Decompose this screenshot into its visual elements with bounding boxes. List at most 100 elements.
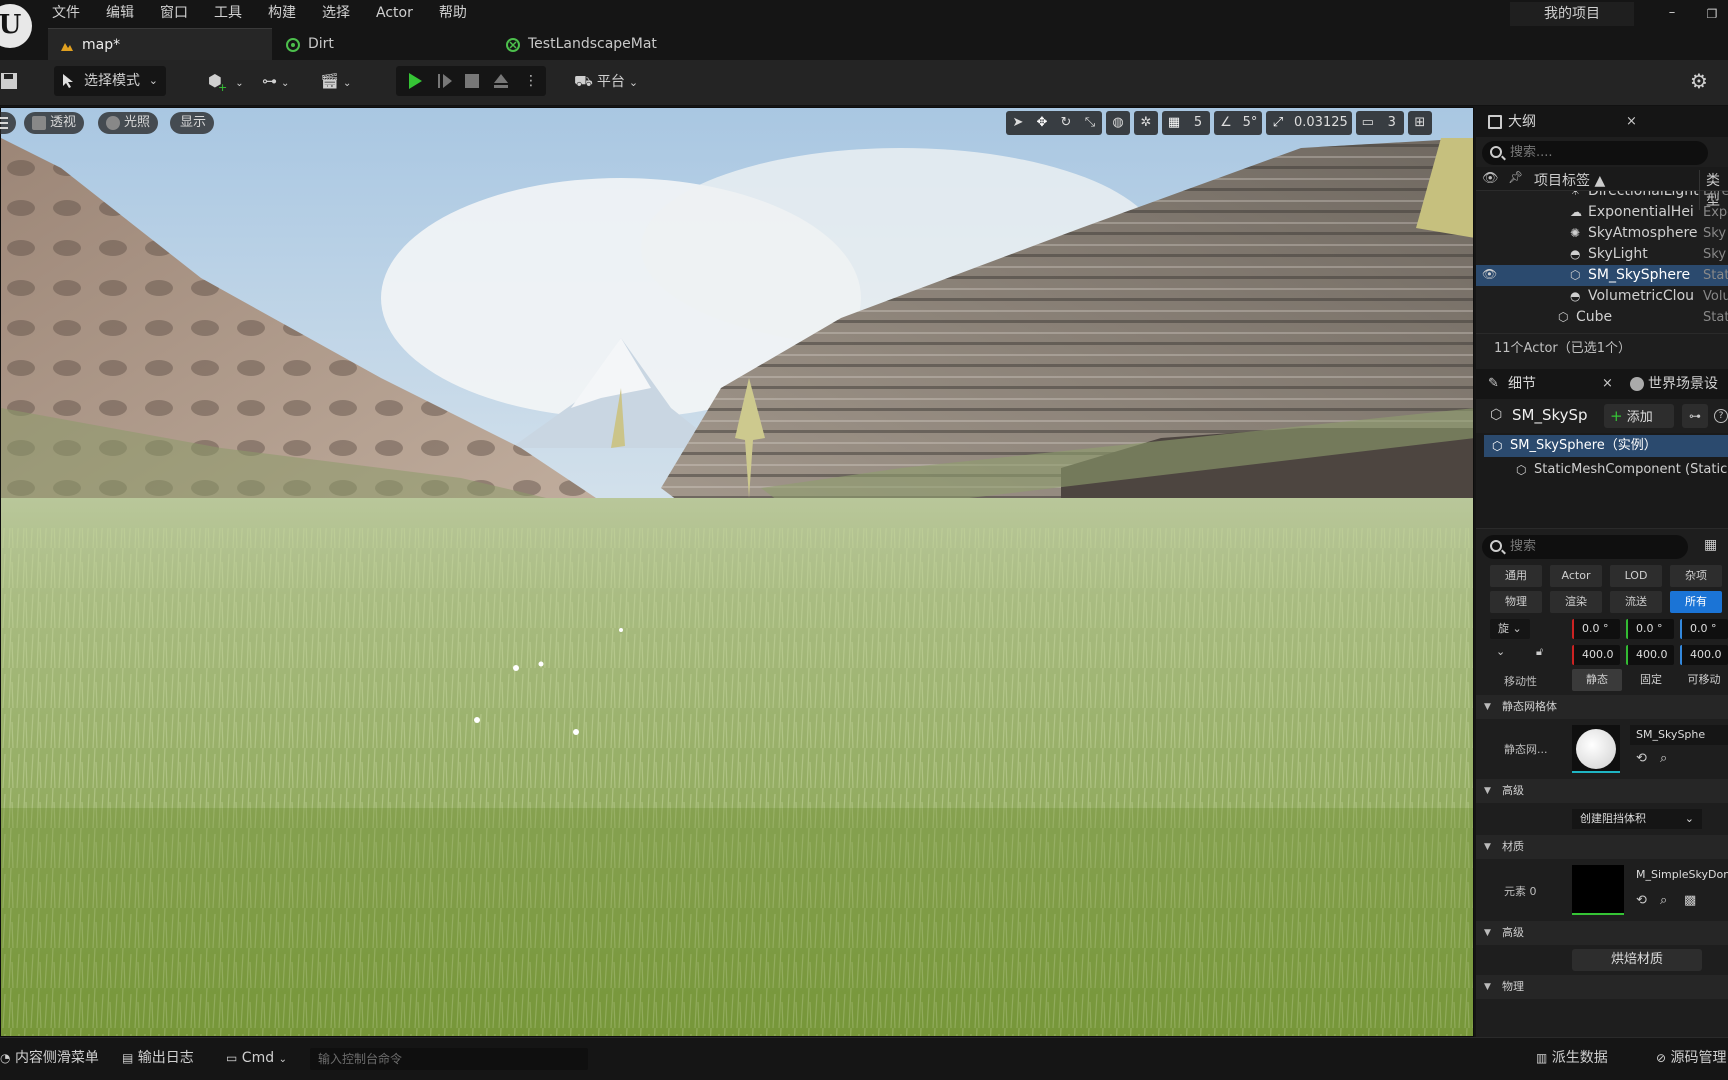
list-item[interactable]: ◓ SkyLight Sky bbox=[1476, 244, 1728, 265]
mobility-static[interactable]: 静态 bbox=[1572, 669, 1622, 691]
output-log-button[interactable]: ▤ 输出日志 bbox=[122, 1046, 194, 1070]
advanced-section[interactable]: 高级 bbox=[1476, 779, 1728, 803]
menu-edit[interactable]: 编辑 bbox=[106, 2, 148, 24]
rotation-dropdown[interactable]: 旋 ⌄ bbox=[1490, 619, 1530, 639]
select-tool-icon[interactable]: ➤ bbox=[1006, 111, 1030, 135]
rotate-tool-icon[interactable]: ↻ bbox=[1054, 111, 1078, 135]
lock-icon[interactable]: 🔓︎ bbox=[1536, 645, 1543, 659]
filter-all[interactable]: 所有 bbox=[1670, 591, 1722, 613]
platforms-dropdown[interactable]: ⛟ 平台 ⌄ bbox=[574, 66, 654, 96]
list-item[interactable]: ✺ SkyAtmosphere Sky bbox=[1476, 223, 1728, 244]
level-viewport[interactable] bbox=[0, 107, 1474, 1037]
blueprint-button[interactable]: ⊶ ⌄ bbox=[254, 66, 300, 96]
add-component-button[interactable]: + 添加 bbox=[1604, 404, 1674, 428]
menu-help[interactable]: 帮助 bbox=[439, 2, 481, 24]
tab-testlandscapemat[interactable]: TestLandscapeMat bbox=[494, 28, 734, 60]
advanced-section-2[interactable]: 高级 bbox=[1476, 921, 1728, 945]
grid-snap-value[interactable]: 5 bbox=[1186, 111, 1210, 135]
component-root[interactable]: ⬡ SM_SkySphere（实例） bbox=[1484, 435, 1728, 457]
cinematics-button[interactable]: 🎬︎ ⌄ bbox=[312, 66, 358, 96]
scale-z-field[interactable]: 400.0 bbox=[1680, 645, 1728, 665]
details-search-input[interactable]: 搜索 bbox=[1482, 535, 1688, 559]
tab-dirt[interactable]: Dirt bbox=[274, 28, 494, 60]
list-item[interactable]: ◓ VolumetricClou Volu bbox=[1476, 286, 1728, 307]
angle-snap-value[interactable]: 5° bbox=[1238, 111, 1262, 135]
physics-section[interactable]: 物理 bbox=[1476, 975, 1728, 999]
more-options-icon[interactable]: ⋮ bbox=[524, 66, 538, 96]
scale-y-field[interactable]: 400.0 bbox=[1626, 645, 1674, 665]
cmd-dropdown[interactable]: ▭ Cmd ⌄ bbox=[226, 1046, 287, 1070]
use-selected-icon[interactable]: ⟲ bbox=[1636, 751, 1647, 766]
world-settings-tab[interactable]: 世界场景设 bbox=[1626, 369, 1718, 399]
filter-physics[interactable]: 物理 bbox=[1490, 591, 1542, 613]
checker-icon[interactable]: ▩ bbox=[1684, 893, 1696, 908]
minimize-icon[interactable]: – bbox=[1660, 2, 1684, 26]
label-column-header[interactable]: 项目标签 ▲ bbox=[1534, 170, 1605, 190]
grid-snap-icon[interactable]: ▦ bbox=[1162, 111, 1186, 135]
lighting-button[interactable]: 光照 bbox=[98, 112, 159, 134]
scale-tool-icon[interactable]: ⤡ bbox=[1078, 111, 1102, 135]
scale-snap-icon[interactable]: ⤢ bbox=[1266, 111, 1290, 135]
console-command-input[interactable]: 输入控制台命令 bbox=[310, 1048, 588, 1070]
play-icon[interactable] bbox=[406, 72, 424, 90]
select-mode-dropdown[interactable]: 选择模式 ⌄ bbox=[54, 66, 166, 96]
rotation-y-field[interactable]: 0.0 ° bbox=[1626, 619, 1674, 639]
list-item-selected[interactable]: 👁︎ ⬡ SM_SkySphere Stat bbox=[1476, 265, 1728, 286]
content-drawer-button[interactable]: ◔ 内容侧滑菜单 bbox=[0, 1046, 99, 1070]
maximize-viewport-icon[interactable]: ⊞ bbox=[1407, 111, 1432, 135]
derived-data-button[interactable]: ▥ 派生数据 bbox=[1536, 1046, 1608, 1070]
translate-tool-icon[interactable]: ✥ bbox=[1030, 111, 1054, 135]
help-icon[interactable]: ? bbox=[1714, 409, 1728, 423]
pin-column-icon[interactable]: 📌︎ bbox=[1508, 170, 1523, 184]
browse-icon[interactable]: ⌕ bbox=[1660, 893, 1667, 908]
mesh-thumbnail[interactable] bbox=[1572, 725, 1620, 773]
outliner-search-input[interactable]: 搜索.... bbox=[1482, 141, 1708, 165]
camera-speed-value[interactable]: 3 bbox=[1380, 111, 1404, 135]
menu-build[interactable]: 构建 bbox=[268, 2, 310, 24]
visibility-column-icon[interactable]: 👁︎ bbox=[1482, 171, 1499, 186]
close-icon[interactable]: × bbox=[1602, 369, 1613, 399]
filter-actor[interactable]: Actor bbox=[1550, 565, 1602, 587]
rotation-x-field[interactable]: 0.0 ° bbox=[1572, 619, 1620, 639]
filter-lod[interactable]: LOD bbox=[1610, 565, 1662, 587]
settings-button[interactable]: ⚙ bbox=[1690, 66, 1728, 96]
scale-x-field[interactable]: 400.0 bbox=[1572, 645, 1620, 665]
menu-tools[interactable]: 工具 bbox=[214, 2, 256, 24]
world-local-icon[interactable]: ◍ bbox=[1106, 111, 1130, 135]
source-control-button[interactable]: ⊘ 源码管理 bbox=[1656, 1046, 1728, 1070]
static-mesh-dropdown[interactable]: SM_SkySphe bbox=[1630, 725, 1728, 745]
table-view-icon[interactable]: ▦ bbox=[1704, 537, 1717, 553]
tab-map[interactable]: map* bbox=[48, 28, 272, 60]
filter-rendering[interactable]: 渲染 bbox=[1550, 591, 1602, 613]
bake-material-button[interactable]: 烘焙材质 bbox=[1572, 949, 1702, 971]
surface-snap-icon[interactable]: ✲ bbox=[1134, 111, 1158, 135]
menu-window[interactable]: 窗口 bbox=[160, 2, 202, 24]
scale-dropdown[interactable]: ⌄ bbox=[1496, 645, 1505, 658]
filter-streaming[interactable]: 流送 bbox=[1610, 591, 1662, 613]
material-dropdown[interactable]: M_SimpleSkyDon bbox=[1630, 865, 1728, 885]
eye-icon[interactable]: 👁︎ bbox=[1482, 268, 1497, 281]
mobility-movable[interactable]: 可移动 bbox=[1680, 669, 1728, 691]
filter-misc[interactable]: 杂项 bbox=[1670, 565, 1722, 587]
show-button[interactable]: 显示 bbox=[170, 112, 215, 134]
list-item[interactable]: ☀ DirectionalLight Dire bbox=[1476, 191, 1728, 202]
perspective-button[interactable]: 透视 bbox=[24, 112, 85, 134]
project-name[interactable]: 我的项目 bbox=[1510, 2, 1634, 26]
filter-general[interactable]: 通用 bbox=[1490, 565, 1542, 587]
list-item[interactable]: ☁ ExponentialHei Expo bbox=[1476, 202, 1728, 223]
angle-snap-icon[interactable]: ∠ bbox=[1214, 111, 1238, 135]
list-item[interactable]: ⬡ Cube Stat bbox=[1476, 307, 1728, 328]
mobility-stationary[interactable]: 固定 bbox=[1626, 669, 1676, 691]
create-blocking-volume-dropdown[interactable]: 创建阻挡体积 ⌄ bbox=[1572, 809, 1702, 829]
blueprint-convert-icon[interactable]: ⊶ bbox=[1682, 404, 1708, 428]
use-selected-icon[interactable]: ⟲ bbox=[1636, 893, 1647, 908]
scale-snap-value[interactable]: 0.03125 bbox=[1290, 111, 1352, 135]
menu-select[interactable]: 选择 bbox=[322, 2, 364, 24]
component-child[interactable]: ⬡ StaticMeshComponent (Static bbox=[1512, 459, 1727, 481]
add-actor-button[interactable]: ⬢+ ⌄ bbox=[200, 66, 246, 96]
details-header[interactable]: ✎ 细节 × 世界场景设 bbox=[1476, 369, 1728, 399]
menu-file[interactable]: 文件 bbox=[52, 2, 94, 24]
outliner-header[interactable]: 大纲 × bbox=[1476, 107, 1728, 137]
restore-icon[interactable]: ❐ bbox=[1700, 2, 1724, 26]
camera-icon[interactable]: ▭ bbox=[1356, 111, 1380, 135]
